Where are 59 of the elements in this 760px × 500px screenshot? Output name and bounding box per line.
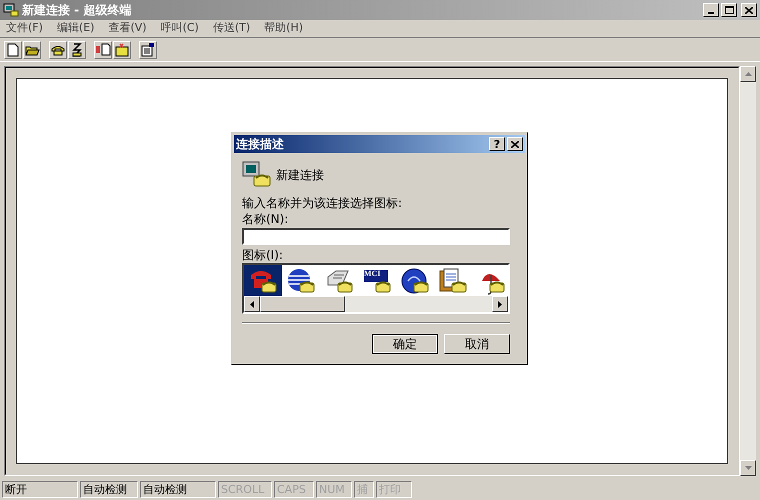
folder-page-icon — [114, 42, 130, 56]
minimize-button[interactable] — [703, 3, 719, 17]
terminal-icon — [3, 2, 19, 18]
menu-item[interactable]: 传送(T) — [210, 20, 252, 37]
round-emblem-icon — [400, 266, 430, 294]
prompt-text: 输入名称并为该连接选择图标: — [242, 195, 404, 211]
maximize-icon — [724, 6, 734, 14]
status-pane: 自动检测 — [140, 481, 216, 498]
properties-button[interactable] — [139, 40, 157, 58]
horizontal-scrollbar[interactable] — [244, 296, 508, 312]
close-icon — [511, 140, 519, 148]
dialog-button[interactable]: 取消 — [444, 334, 510, 354]
logo-text: MCI — [364, 269, 380, 278]
disconnect-button[interactable] — [68, 40, 86, 58]
icon-option[interactable] — [244, 265, 282, 296]
dialog-button[interactable]: 确定 — [372, 334, 438, 354]
scroll-down-button[interactable] — [740, 460, 756, 476]
handset-icon — [71, 42, 83, 56]
status-pane: 自动检测 — [80, 481, 138, 498]
vertical-scrollbar[interactable] — [740, 66, 756, 476]
menu-item[interactable]: 帮助(H) — [262, 20, 306, 37]
menu-item[interactable]: 文件(F) — [4, 20, 45, 37]
close-button[interactable] — [741, 3, 757, 17]
new-file-button[interactable] — [4, 40, 22, 58]
send-button[interactable] — [94, 40, 112, 58]
globe-icon — [286, 266, 316, 294]
scroll-right-button[interactable] — [492, 296, 508, 312]
blank-page-icon — [7, 42, 19, 56]
telephone-icon — [51, 44, 65, 56]
folder-icon — [24, 44, 40, 56]
menu-item[interactable]: 呼叫(C) — [158, 20, 201, 37]
help-button[interactable]: ? — [489, 137, 505, 151]
status-pane: 断开 — [2, 481, 78, 498]
window-title: 新建连接 - 超级终端 — [22, 2, 132, 19]
down-arrow-icon — [744, 466, 752, 470]
dialog-close-button[interactable] — [507, 137, 523, 151]
open-button[interactable] — [23, 40, 41, 58]
menu-item[interactable]: 查看(V) — [106, 20, 149, 37]
right-arrow-icon — [498, 300, 502, 308]
receive-button[interactable] — [113, 40, 131, 58]
name-input[interactable] — [242, 228, 510, 245]
close-icon — [745, 6, 753, 14]
icon-label: 图标(I): — [242, 247, 284, 263]
menu-item[interactable]: 编辑(E) — [54, 20, 96, 37]
icon-list[interactable]: MCI — [242, 263, 510, 314]
minimize-icon — [708, 12, 714, 14]
dialog-title: 连接描述 — [236, 136, 284, 153]
up-arrow-icon — [744, 72, 752, 76]
page-send-icon — [96, 43, 110, 56]
name-label: 名称(N): — [242, 211, 290, 227]
properties-icon — [141, 42, 155, 56]
document-icon — [438, 266, 468, 294]
maximize-button[interactable] — [721, 3, 737, 17]
scroll-left-button[interactable] — [244, 296, 260, 312]
scroll-thumb[interactable] — [260, 296, 345, 312]
connection-name: 新建连接 — [276, 167, 324, 184]
scroll-up-button[interactable] — [740, 66, 756, 82]
left-arrow-icon — [250, 300, 254, 308]
call-button[interactable] — [49, 40, 67, 58]
